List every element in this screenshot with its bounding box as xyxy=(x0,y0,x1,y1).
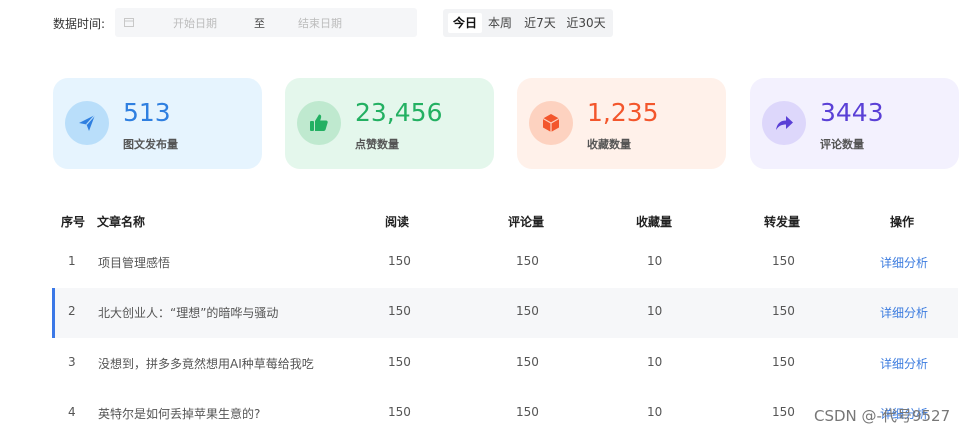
stat-card-favorites: 1,235 收藏数量 xyxy=(517,78,726,169)
tab-this-week[interactable]: 本周 xyxy=(485,13,515,33)
row-shares: 150 xyxy=(772,355,795,369)
stat-label: 点赞数量 xyxy=(355,138,399,151)
stat-label: 图文发布量 xyxy=(123,138,178,151)
share-arrow-icon xyxy=(762,101,806,145)
row-favorites: 10 xyxy=(647,355,663,369)
row-title: 北大创业人：“理想”的暗哗与骚动 xyxy=(98,306,279,320)
range-separator: 至 xyxy=(254,17,265,30)
tab-today[interactable]: 今日 xyxy=(448,13,482,33)
data-time-label: 数据时间: xyxy=(53,17,106,31)
calendar-icon xyxy=(124,18,134,27)
col-header-index: 序号 xyxy=(61,215,86,229)
row-shares: 150 xyxy=(772,304,795,318)
row-selected-indicator xyxy=(52,288,55,338)
row-shares: 150 xyxy=(772,254,795,268)
col-header-reads: 阅读 xyxy=(385,215,410,229)
end-date-input[interactable]: 结束日期 xyxy=(298,15,342,31)
row-shares: 150 xyxy=(772,405,795,419)
stat-value: 1,235 xyxy=(587,98,659,127)
thumbs-up-icon xyxy=(297,101,341,145)
col-header-title: 文章名称 xyxy=(97,215,146,229)
stat-card-likes: 23,456 点赞数量 xyxy=(285,78,494,169)
stat-card-comments: 3443 评论数量 xyxy=(750,78,959,169)
row-index: 3 xyxy=(68,355,76,369)
date-range-picker[interactable]: 开始日期 至 结束日期 xyxy=(115,8,417,37)
row-favorites: 10 xyxy=(647,304,663,318)
tab-last-7-days[interactable]: 近7天 xyxy=(522,13,558,33)
row-comments: 150 xyxy=(516,304,539,318)
row-reads: 150 xyxy=(388,405,411,419)
row-index: 2 xyxy=(68,304,76,318)
row-comments: 150 xyxy=(516,254,539,268)
table-row: 1 项目管理感悟 150 150 10 150 详细分析 xyxy=(52,238,958,288)
cube-icon xyxy=(529,101,573,145)
stat-card-posts: 513 图文发布量 xyxy=(53,78,262,169)
row-reads: 150 xyxy=(388,304,411,318)
watermark: CSDN @-代号9527 xyxy=(814,407,951,425)
stat-label: 评论数量 xyxy=(820,138,864,151)
col-header-shares: 转发量 xyxy=(764,215,801,229)
paper-plane-icon xyxy=(65,101,109,145)
start-date-input[interactable]: 开始日期 xyxy=(173,15,217,31)
table-row: 2 北大创业人：“理想”的暗哗与骚动 150 150 10 150 详细分析 xyxy=(52,288,958,338)
row-title: 英特尔是如何丢掉苹果生意的? xyxy=(98,407,261,421)
detail-analysis-link[interactable]: 详细分析 xyxy=(880,304,928,321)
row-title: 没想到，拼多多竟然想用AI种草莓给我吃 xyxy=(98,357,314,371)
row-index: 4 xyxy=(68,405,76,419)
row-index: 1 xyxy=(68,254,76,268)
tab-last-30-days[interactable]: 近30天 xyxy=(565,13,607,33)
stat-label: 收藏数量 xyxy=(587,138,631,151)
detail-analysis-link[interactable]: 详细分析 xyxy=(880,254,928,271)
quick-range-tabs: 今日 本周 近7天 近30天 xyxy=(443,9,613,37)
stat-value: 23,456 xyxy=(355,98,443,127)
stat-value: 3443 xyxy=(820,98,884,127)
row-comments: 150 xyxy=(516,355,539,369)
stat-value: 513 xyxy=(123,98,171,127)
row-favorites: 10 xyxy=(647,254,663,268)
col-header-actions: 操作 xyxy=(890,215,915,229)
row-reads: 150 xyxy=(388,355,411,369)
row-comments: 150 xyxy=(516,405,539,419)
col-header-comments: 评论量 xyxy=(508,215,545,229)
row-reads: 150 xyxy=(388,254,411,268)
row-title: 项目管理感悟 xyxy=(98,256,171,270)
row-favorites: 10 xyxy=(647,405,663,419)
col-header-favorites: 收藏量 xyxy=(636,215,673,229)
table-row: 3 没想到，拼多多竟然想用AI种草莓给我吃 150 150 10 150 详细分… xyxy=(52,339,958,389)
detail-analysis-link[interactable]: 详细分析 xyxy=(880,355,928,372)
